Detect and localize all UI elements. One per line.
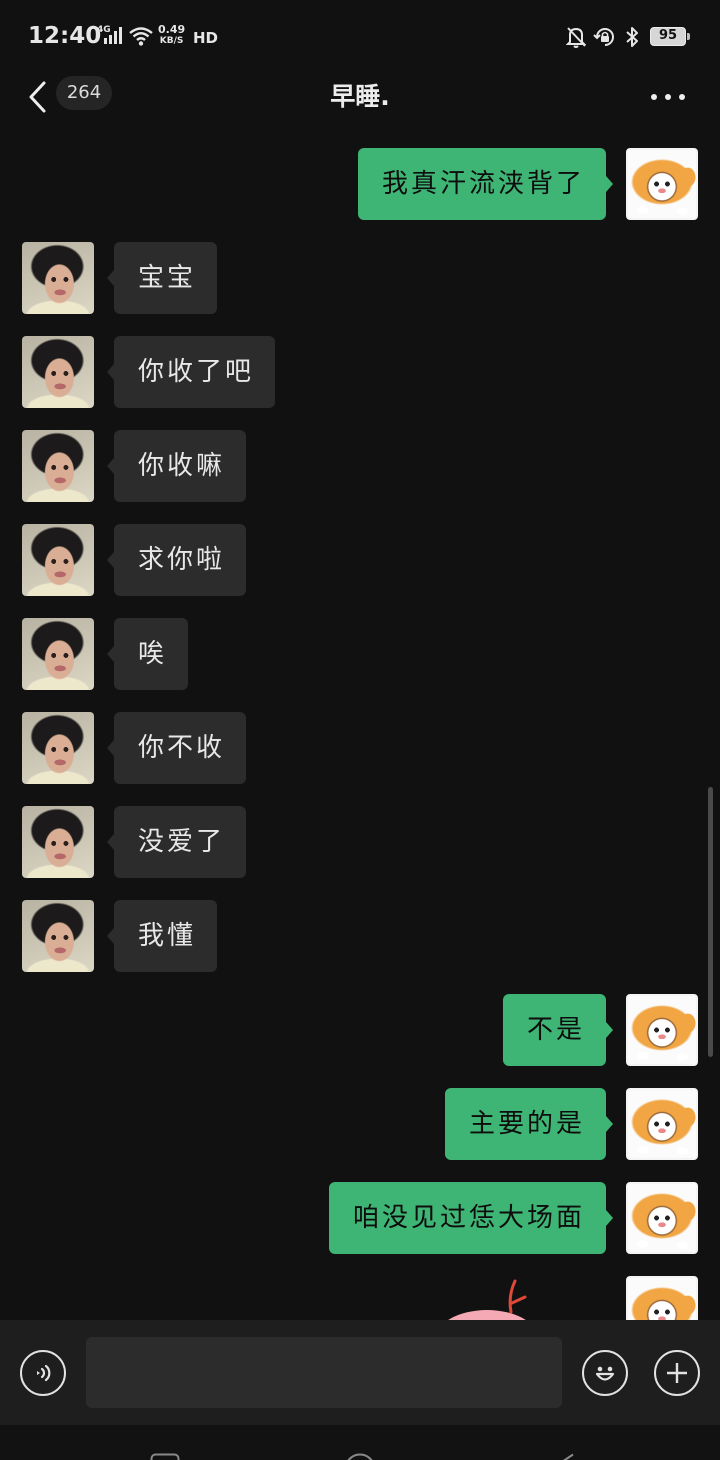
- message-bubble[interactable]: 主要的是: [444, 1088, 614, 1160]
- message-row: 我真汗流浃背了: [0, 148, 720, 220]
- message-bubble[interactable]: 我真汗流浃背了: [357, 148, 614, 220]
- message-row: 求你啦: [0, 524, 720, 596]
- message-bubble[interactable]: 没爱了: [106, 806, 247, 878]
- contact-avatar[interactable]: [22, 242, 94, 314]
- message-row: 不是: [0, 994, 720, 1066]
- emoji-icon: [595, 1366, 615, 1381]
- speed-unit: KB/S: [159, 36, 184, 46]
- bluetooth-icon: [626, 27, 638, 47]
- message-bubble[interactable]: 宝宝: [106, 242, 218, 314]
- message-row: 你不收: [0, 712, 720, 784]
- message-row: 主要的是: [0, 1088, 720, 1160]
- message-row: 你收嘛: [0, 430, 720, 502]
- plus-button[interactable]: [654, 1350, 700, 1396]
- network-speed: 0.49 KB/S: [158, 24, 185, 47]
- wifi-icon: [129, 27, 153, 46]
- message-list[interactable]: 我真汗流浃背了 宝宝 你收了吧 你收嘛 求你啦 唉 你不收 没爱了 我懂 不是 …: [0, 130, 720, 1320]
- my-avatar[interactable]: [626, 1276, 698, 1320]
- message-bubble[interactable]: 我懂: [106, 900, 218, 972]
- message-bubble[interactable]: 求你啦: [106, 524, 247, 596]
- recent-apps-icon[interactable]: [150, 1453, 180, 1460]
- contact-avatar[interactable]: [22, 806, 94, 878]
- message-bubble[interactable]: 不是: [502, 994, 614, 1066]
- contact-avatar[interactable]: [22, 524, 94, 596]
- voice-icon: [37, 1364, 51, 1382]
- message-bubble[interactable]: 唉: [106, 618, 189, 690]
- system-nav-bar: [0, 1425, 720, 1460]
- contact-avatar[interactable]: [22, 618, 94, 690]
- speed-value: 0.49: [158, 23, 186, 36]
- contact-avatar[interactable]: [22, 336, 94, 408]
- signal-icon: [104, 27, 122, 44]
- contact-avatar[interactable]: [22, 430, 94, 502]
- rotation-lock-icon: [593, 28, 614, 46]
- message-row: 唉: [0, 618, 720, 690]
- my-avatar[interactable]: [626, 148, 698, 220]
- message-row: 没爱了: [0, 806, 720, 878]
- message-row: 你收了吧: [0, 336, 720, 408]
- voice-button[interactable]: [20, 1350, 66, 1396]
- my-avatar[interactable]: [626, 1088, 698, 1160]
- pink-bird-sticker[interactable]: [435, 1276, 545, 1320]
- chat-title: 早睡.: [330, 82, 390, 111]
- battery-icon: 95: [650, 27, 690, 46]
- emoji-button[interactable]: [582, 1350, 628, 1396]
- input-bar: [0, 1320, 720, 1425]
- message-bubble[interactable]: 你收了吧: [106, 336, 276, 408]
- battery-level: 95: [658, 28, 678, 43]
- contact-avatar[interactable]: [22, 900, 94, 972]
- status-bar: 12:40 4G 0.49 KB/S HD 95: [0, 0, 720, 62]
- plus-icon: [667, 1363, 687, 1383]
- contact-avatar[interactable]: [22, 712, 94, 784]
- chat-header: 264 早睡.: [0, 62, 720, 130]
- message-row: 宝宝: [0, 242, 720, 314]
- message-row: [0, 1276, 720, 1320]
- more-icon[interactable]: [648, 91, 688, 103]
- bell-off-icon: [566, 27, 586, 48]
- my-avatar[interactable]: [626, 994, 698, 1066]
- message-bubble[interactable]: 你收嘛: [106, 430, 247, 502]
- chat-scrollbar[interactable]: [708, 787, 713, 1057]
- my-avatar[interactable]: [626, 1182, 698, 1254]
- message-bubble[interactable]: 咱没见过恁大场面: [328, 1182, 614, 1254]
- status-time: 12:40: [28, 23, 102, 49]
- home-icon[interactable]: [344, 1453, 376, 1460]
- message-row: 咱没见过恁大场面: [0, 1182, 720, 1254]
- hd-indicator: HD: [193, 29, 219, 47]
- message-input[interactable]: [86, 1337, 562, 1408]
- message-row: 我懂: [0, 900, 720, 972]
- message-bubble[interactable]: 你不收: [106, 712, 247, 784]
- back-icon[interactable]: [550, 1453, 576, 1460]
